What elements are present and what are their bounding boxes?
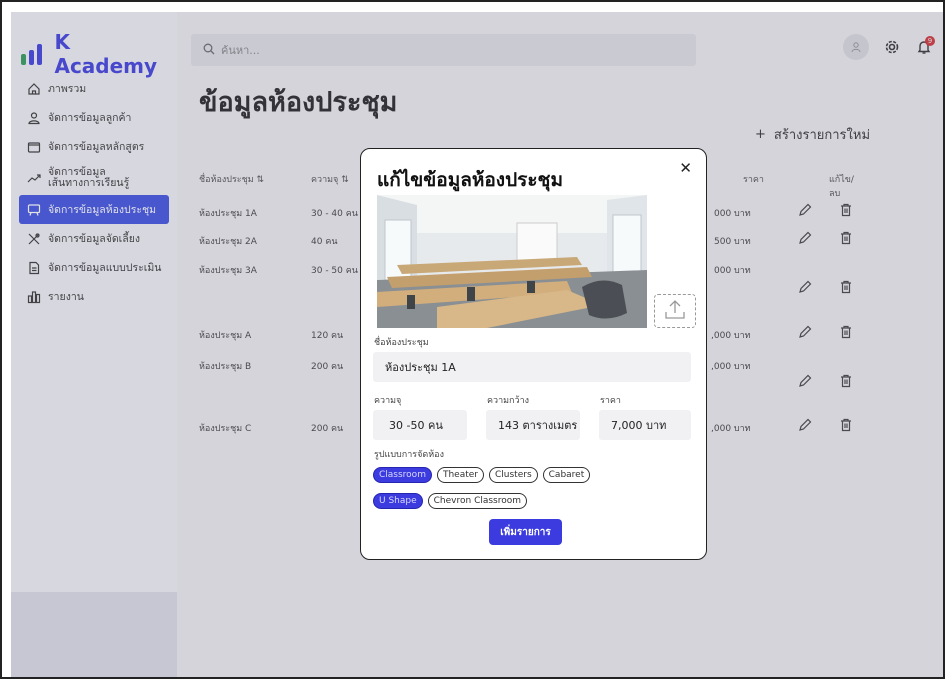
layout-chip-chevron-classroom[interactable]: Chevron Classroom <box>427 493 528 509</box>
layout-options-row-1: Classroom Theater Clusters Cabaret <box>373 467 591 483</box>
layout-options-row-2: U Shape Chevron Classroom <box>373 493 528 509</box>
layout-label: รูปแบบการจัดห้อง <box>374 450 444 460</box>
price-field[interactable]: 7,000 บาท <box>599 410 691 440</box>
sidebar-footer <box>11 592 177 677</box>
add-item-button[interactable]: เพิ่มรายการ <box>489 519 562 545</box>
layout-chip-u-shape[interactable]: U Shape <box>373 493 423 509</box>
close-icon[interactable]: ✕ <box>679 159 692 177</box>
sidebar-overlay <box>11 12 177 592</box>
price-label: ราคา <box>600 396 621 406</box>
capacity-label: ความจุ <box>374 396 402 406</box>
layout-chip-theater[interactable]: Theater <box>436 467 484 483</box>
size-label: ความกว้าง <box>487 396 530 406</box>
size-field[interactable]: 143 ตารางเมตร <box>486 410 580 440</box>
capacity-field[interactable]: 30 -50 คน <box>373 410 467 440</box>
upload-image-button[interactable] <box>654 294 696 328</box>
layout-chip-classroom[interactable]: Classroom <box>373 467 432 483</box>
room-name-label: ชื่อห้องประชุม <box>374 338 429 348</box>
layout-chip-clusters[interactable]: Clusters <box>489 467 538 483</box>
room-name-field[interactable]: ห้องประชุม 1A <box>373 352 691 382</box>
layout-chip-cabaret[interactable]: Cabaret <box>542 467 591 483</box>
app-frame: K Academy ภาพรวม จัดการข้อมูลลูกค้า จัดก… <box>0 0 945 679</box>
upload-icon <box>663 298 687 324</box>
modal-title: แก้ไขข้อมูลห้องประชุม <box>377 169 563 191</box>
room-photo <box>377 195 647 328</box>
edit-room-modal: แก้ไขข้อมูลห้องประชุม ✕ ชื่อห้องประชุม ห… <box>360 148 707 560</box>
